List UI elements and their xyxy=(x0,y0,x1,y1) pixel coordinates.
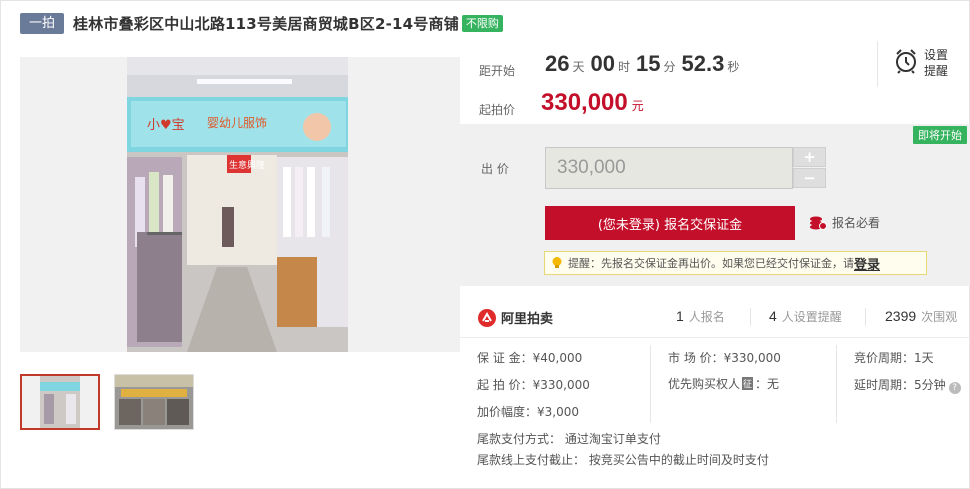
reminder-count: 4 人设置提醒 xyxy=(769,308,842,324)
svg-text:生意興隆: 生意興隆 xyxy=(229,159,265,171)
payment-deadline-info: 尾款线上支付截止： 按竞买公告中的截止时间及时支付 xyxy=(477,453,769,467)
coins-icon xyxy=(810,216,827,230)
start-price-label: 起拍价 xyxy=(479,103,516,117)
days-unit: 天 xyxy=(572,60,585,74)
login-link[interactable]: 登录 xyxy=(854,254,880,273)
price-unit: 元 xyxy=(631,99,644,113)
seconds-unit: 秒 xyxy=(727,60,740,74)
remind-divider xyxy=(877,41,878,87)
title-row: 一拍 桂林市叠彩区中山北路113号美居商贸城B区2-14号商铺 不限购 xyxy=(20,12,503,34)
round-tag: 一拍 xyxy=(20,12,65,34)
thumbnail-2[interactable] xyxy=(114,374,194,430)
start-price: 330,000 元 xyxy=(541,89,644,117)
view-count: 2399 次围观 xyxy=(885,308,958,324)
set-reminder-button[interactable]: 设置 提醒 xyxy=(894,47,948,79)
main-image[interactable]: 小♥宝 婴幼儿服饰 生意興隆 xyxy=(20,57,460,352)
bid-amount-input[interactable] xyxy=(545,147,793,189)
starting-soon-badge: 即将开始 xyxy=(913,126,967,144)
set-reminder-label: 设置 提醒 xyxy=(924,48,949,78)
help-icon[interactable]: ? xyxy=(948,382,961,394)
start-price-info: 起 拍 价：¥330,000 xyxy=(477,378,590,392)
ali-auction-icon xyxy=(478,308,496,327)
bid-panel: 即将开始 出 价 + − (您未登录) 报名交保证金 报名必看 提醒：先报名交保… xyxy=(460,124,970,286)
lightbulb-icon xyxy=(550,256,564,270)
ali-auction-logo: 阿里拍卖 xyxy=(478,308,553,327)
registration-must-read-link[interactable]: 报名必看 xyxy=(809,214,880,231)
countdown-days: 26 xyxy=(545,51,570,76)
auction-page: 一拍 桂林市叠彩区中山北路113号美居商贸城B区2-14号商铺 不限购 小♥宝 … xyxy=(0,0,970,489)
hours-unit: 时 xyxy=(617,60,630,74)
countdown-hours: 00 xyxy=(590,51,615,76)
payment-method-info: 尾款支付方式： 通过淘宝订单支付 xyxy=(477,432,661,446)
countdown-seconds: 52.3 xyxy=(681,51,725,76)
countdown-timer: 26 天 00 时 15 分 52.3 秒 xyxy=(545,51,745,77)
decrease-bid-button[interactable]: − xyxy=(793,168,826,188)
minutes-unit: 分 xyxy=(663,60,676,74)
bidding-period-info: 竞价周期：1天 xyxy=(854,351,934,365)
deposit-info: 保 证 金：¥40,000 xyxy=(477,351,583,365)
page-title: 桂林市叠彩区中山北路113号美居商贸城B区2-14号商铺 xyxy=(73,14,459,33)
svg-text:小♥宝: 小♥宝 xyxy=(147,118,185,133)
thumbnail-1[interactable] xyxy=(20,374,100,430)
countdown-minutes: 15 xyxy=(636,51,661,76)
increase-bid-button[interactable]: + xyxy=(793,147,826,167)
shop-photo: 小♥宝 婴幼儿服饰 生意興隆 xyxy=(127,57,348,352)
countdown-label: 距开始 xyxy=(479,64,516,78)
increment-info: 加价幅度：¥3,000 xyxy=(477,405,579,419)
deposit-reminder-tip: 提醒：先报名交保证金再出价。如果您已经交付保证金，请 登录 xyxy=(544,251,927,275)
start-price-value: 330,000 xyxy=(541,89,628,116)
extension-period-info: 延时周期：5分钟? xyxy=(854,376,961,394)
svg-text:婴幼儿服饰: 婴幼儿服饰 xyxy=(207,116,267,130)
no-purchase-limit-badge: 不限购 xyxy=(461,14,503,32)
market-price-info: 市 场 价：¥330,000 xyxy=(668,351,781,365)
priority-buyer-info: 优先购买权人征：无 xyxy=(668,377,780,391)
register-deposit-button[interactable]: (您未登录) 报名交保证金 xyxy=(545,206,795,240)
bid-label: 出 价 xyxy=(481,162,509,176)
alarm-clock-icon xyxy=(894,48,918,78)
stats-bar: 阿里拍卖 1 人报名 4 人设置提醒 2399 次围观 xyxy=(460,298,970,337)
registered-count: 1 人报名 xyxy=(676,308,725,324)
